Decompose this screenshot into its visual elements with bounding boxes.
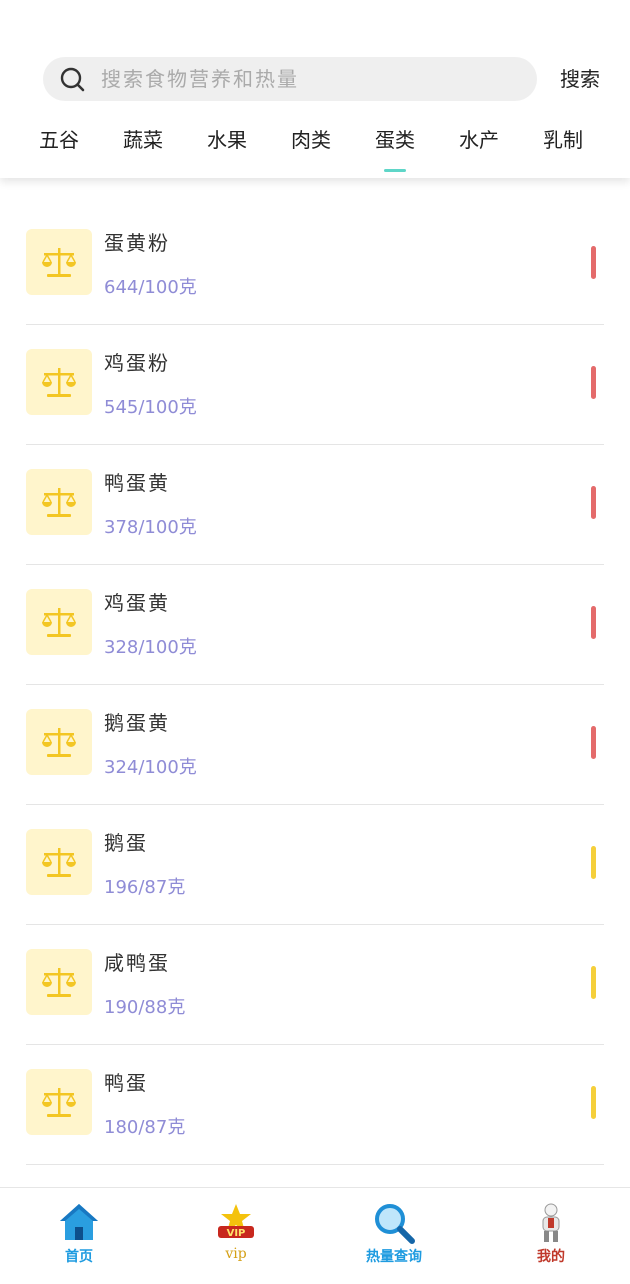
food-name: 鹅蛋黄 [104, 711, 170, 735]
food-thumbnail [26, 589, 92, 655]
calorie-level-indicator [591, 846, 596, 879]
tab-dairy[interactable]: 乳制 [543, 118, 583, 162]
food-list: 蛋黄粉 644/100克 鸡蛋粉 545/100克 鸭蛋黄 378/100克 鸡… [0, 205, 630, 1284]
category-tabs: 五谷 蔬菜 水果 肉类 蛋类 水产 乳制 [0, 118, 630, 178]
food-name: 鸡蛋黄 [104, 591, 170, 615]
search-input[interactable]: 搜索食物营养和热量 [43, 57, 537, 101]
food-list-item[interactable]: 鸡蛋黄 328/100克 [26, 565, 604, 685]
food-list-item[interactable]: 鸭蛋黄 378/100克 [26, 445, 604, 565]
calorie-level-indicator [591, 966, 596, 999]
food-list-item[interactable]: 鹅蛋黄 324/100克 [26, 685, 604, 805]
nav-mine-label: 我的 [537, 1249, 565, 1265]
food-calorie: 545/100克 [104, 397, 197, 418]
food-calorie: 378/100克 [104, 517, 197, 538]
svg-text:VIP: VIP [227, 1228, 246, 1239]
nav-vip[interactable]: VIP vip [186, 1188, 286, 1281]
calorie-level-indicator [591, 366, 596, 399]
tab-vegetables[interactable]: 蔬菜 [123, 118, 163, 162]
nav-calorie-search-label: 热量查询 [366, 1249, 422, 1265]
food-calorie: 324/100克 [104, 757, 197, 778]
food-list-item[interactable]: 鸭蛋 180/87克 [26, 1045, 604, 1165]
calorie-level-indicator [591, 726, 596, 759]
search-button[interactable]: 搜索 [560, 57, 600, 101]
scale-icon [42, 488, 76, 517]
food-list-item[interactable]: 咸鸭蛋 190/88克 [26, 925, 604, 1045]
tab-grains[interactable]: 五谷 [39, 118, 79, 162]
tab-fruits[interactable]: 水果 [207, 118, 247, 162]
food-name: 鹅蛋 [104, 831, 148, 855]
food-calorie: 328/100克 [104, 637, 197, 658]
food-thumbnail [26, 829, 92, 895]
food-thumbnail [26, 1069, 92, 1135]
food-calorie: 180/87克 [104, 1117, 186, 1138]
calorie-level-indicator [591, 246, 596, 279]
calorie-level-indicator [591, 606, 596, 639]
header: 搜索食物营养和热量 搜索 五谷 蔬菜 水果 肉类 蛋类 水产 乳制 [0, 0, 630, 178]
calorie-level-indicator [591, 486, 596, 519]
scale-icon [42, 608, 76, 637]
food-list-item[interactable]: 蛋黄粉 644/100克 [26, 205, 604, 325]
nav-home[interactable]: 首页 [29, 1188, 129, 1281]
calorie-level-indicator [591, 1086, 596, 1119]
nav-vip-label: vip [225, 1246, 247, 1262]
food-calorie: 644/100克 [104, 277, 197, 298]
home-icon [60, 1204, 98, 1240]
food-name: 咸鸭蛋 [104, 951, 170, 975]
scale-icon [42, 248, 76, 277]
food-list-item[interactable]: 鹅蛋 196/87克 [26, 805, 604, 925]
search-placeholder: 搜索食物营养和热量 [101, 67, 299, 91]
bottom-nav: 首页 VIP vip 热量查询 我的 [0, 1187, 630, 1281]
food-thumbnail [26, 229, 92, 295]
tab-meat[interactable]: 肉类 [291, 118, 331, 162]
search-icon [60, 67, 85, 92]
nav-mine[interactable]: 我的 [501, 1188, 601, 1281]
vip-crown-icon: VIP [218, 1204, 254, 1239]
food-list-item[interactable]: 鸡蛋粉 545/100克 [26, 325, 604, 445]
nav-home-label: 首页 [65, 1249, 93, 1265]
scale-icon [42, 1088, 76, 1117]
food-thumbnail [26, 709, 92, 775]
scale-icon [42, 848, 76, 877]
magnifier-icon [375, 1204, 415, 1244]
food-name: 鸭蛋黄 [104, 471, 170, 495]
tab-eggs[interactable]: 蛋类 [375, 118, 415, 172]
food-thumbnail [26, 469, 92, 535]
nav-calorie-search[interactable]: 热量查询 [344, 1188, 444, 1281]
tab-seafood[interactable]: 水产 [459, 118, 499, 162]
food-name: 蛋黄粉 [104, 231, 170, 255]
food-name: 鸡蛋粉 [104, 351, 170, 375]
person-icon [542, 1203, 560, 1242]
food-name: 鸭蛋 [104, 1071, 148, 1095]
food-calorie: 196/87克 [104, 877, 186, 898]
food-thumbnail [26, 349, 92, 415]
scale-icon [42, 728, 76, 757]
scale-icon [42, 368, 76, 397]
food-thumbnail [26, 949, 92, 1015]
scale-icon [42, 968, 76, 997]
food-calorie: 190/88克 [104, 997, 186, 1018]
